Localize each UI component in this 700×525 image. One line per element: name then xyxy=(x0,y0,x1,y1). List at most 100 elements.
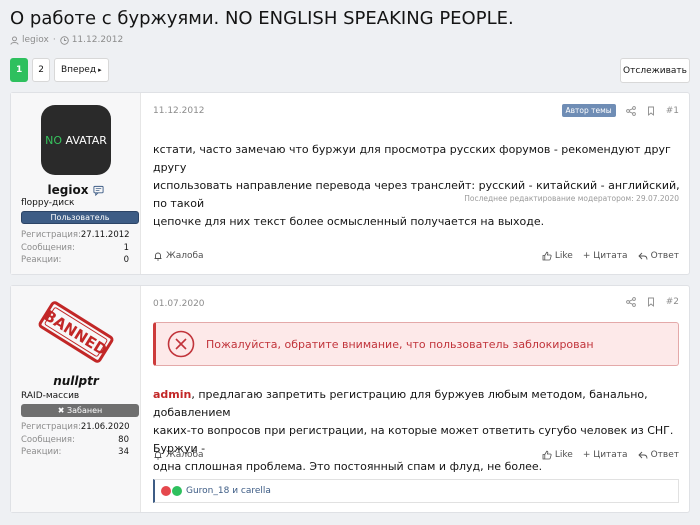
stat-label: Реакции: xyxy=(21,447,62,457)
message-line: одна сплошная проблема. Это постоянный с… xyxy=(153,460,543,473)
stat-messages: Сообщения: 80 xyxy=(21,434,129,447)
user-icon xyxy=(10,35,19,45)
report-button[interactable]: Жалоба xyxy=(153,450,204,460)
stat-value: 80 xyxy=(118,434,129,445)
post-1-message: кстати, часто замечаю что буржуи для про… xyxy=(153,141,689,231)
share-icon[interactable] xyxy=(625,105,636,116)
stat-registration: Регистрация: 27.11.2012 xyxy=(21,229,130,242)
bookmark-icon[interactable] xyxy=(646,297,656,307)
stat-label: Регистрация: xyxy=(21,422,81,432)
quote-button[interactable]: + Цитата xyxy=(583,251,628,261)
reactions-bar[interactable]: Guron_18 и carella xyxy=(153,479,679,503)
like-label: Like xyxy=(554,251,573,261)
post-2-footer: Жалоба Like + Цитата Ответ xyxy=(153,450,679,460)
user-stats: Регистрация: 21.06.2020 Сообщения: 80 Реак… xyxy=(21,421,130,459)
post-top-actions: Автор темы #1 xyxy=(561,104,679,117)
stat-label: Реакции: xyxy=(21,255,62,265)
post-1-main: 11.12.2012 Автор темы #1 кстати, часто з… xyxy=(142,93,689,274)
post-1-user-cell: NO AVATAR legiox floppy-диск Пользовател… xyxy=(11,93,141,274)
reply-icon xyxy=(637,252,648,260)
bookmark-icon[interactable] xyxy=(646,106,656,116)
post-2-username[interactable]: nullptr xyxy=(11,374,141,388)
stat-reactions: Реакции: 34 xyxy=(21,446,129,459)
post-date[interactable]: 11.12.2012 xyxy=(153,106,205,116)
watch-thread-button[interactable]: Отслеживать xyxy=(620,58,690,83)
post-2: BANNED nullptr RAID-массив ✖ Забанен Рег… xyxy=(10,285,690,513)
post-2-message: admin, предлагаю запретить регистрацию д… xyxy=(153,386,689,476)
love-reaction-icon xyxy=(161,486,171,496)
banned-stamp-avatar[interactable]: BANNED xyxy=(35,296,117,368)
stat-registration: Регистрация: 21.06.2020 xyxy=(21,421,130,434)
thread-author-badge: Автор темы xyxy=(561,104,616,117)
post-1-username[interactable]: legiox xyxy=(11,183,141,197)
pagination: 1 2 Вперед ▸ xyxy=(10,58,113,82)
next-page-button[interactable]: Вперед ▸ xyxy=(54,58,109,82)
reply-icon xyxy=(637,451,648,459)
username-text[interactable]: legiox xyxy=(48,183,89,197)
like-button[interactable]: Like xyxy=(542,251,573,261)
post-number[interactable]: #2 xyxy=(666,297,679,307)
avatar[interactable]: NO AVATAR xyxy=(41,105,111,175)
username-text[interactable]: nullptr xyxy=(53,374,99,388)
reply-label: Ответ xyxy=(650,450,679,460)
quote-label: + Цитата xyxy=(582,251,628,261)
message-line: цепочке для них текст более осмысленный … xyxy=(153,215,545,228)
stat-label: Сообщения: xyxy=(21,434,75,445)
reply-button[interactable]: Ответ xyxy=(637,251,679,261)
message-line: кстати, часто замечаю что буржуи для про… xyxy=(153,143,671,174)
clock-icon xyxy=(59,35,69,45)
avatar-text-avatar: AVATAR xyxy=(62,133,107,147)
banned-badge: ✖ Забанен xyxy=(21,404,139,417)
message-line-rest: , предлагаю запретить регистрацию для бу… xyxy=(153,388,648,419)
thumbs-up-icon xyxy=(542,251,552,261)
page-2-button[interactable]: 2 xyxy=(32,58,50,82)
thumbs-up-icon xyxy=(542,450,552,460)
bell-icon xyxy=(154,252,162,261)
post-date[interactable]: 01.07.2020 xyxy=(153,299,205,309)
post-2-main: 01.07.2020 #2 Пожалуйста, обратите внима… xyxy=(142,286,689,512)
thread-author[interactable]: legiox xyxy=(10,35,49,45)
stat-label: Регистрация: xyxy=(21,230,81,240)
bell-icon xyxy=(154,451,162,460)
user-title: floppy-диск xyxy=(21,198,75,208)
thread-date[interactable]: 11.12.2012 xyxy=(59,35,124,45)
caret-right-icon: ▸ xyxy=(98,66,102,74)
user-mention[interactable]: admin xyxy=(153,388,191,401)
message-line: admin, предлагаю запретить регистрацию д… xyxy=(153,386,689,422)
error-circle-icon xyxy=(167,330,195,358)
reply-button[interactable]: Ответ xyxy=(637,450,679,460)
stat-value: 0 xyxy=(123,255,129,265)
page-1-button[interactable]: 1 xyxy=(10,58,29,82)
stat-value: 21.06.2020 xyxy=(80,422,130,432)
stat-messages: Сообщения: 1 xyxy=(21,242,129,255)
report-label: Жалоба xyxy=(166,450,204,460)
report-label: Жалоба xyxy=(166,251,204,261)
avatar-text-no: NO xyxy=(45,133,63,147)
next-page-label: Вперед xyxy=(61,65,97,75)
footer-right-actions: Like + Цитата Ответ xyxy=(532,251,679,261)
stat-label: Сообщения: xyxy=(21,242,75,253)
quote-button[interactable]: + Цитата xyxy=(583,450,628,460)
message-icon[interactable] xyxy=(93,185,105,196)
thread-meta: legiox · 11.12.2012 xyxy=(10,35,123,45)
reactions-users[interactable]: Guron_18 и carella xyxy=(186,486,271,496)
quote-label: + Цитата xyxy=(582,450,628,460)
thread-date-value: 11.12.2012 xyxy=(71,35,124,45)
post-number[interactable]: #1 xyxy=(666,106,679,116)
thread-author-name[interactable]: legiox xyxy=(22,35,49,45)
like-button[interactable]: Like xyxy=(542,450,573,460)
like-label: Like xyxy=(554,450,573,460)
stat-value: 1 xyxy=(123,242,129,253)
share-icon[interactable] xyxy=(625,297,636,307)
stat-value: 27.11.2012 xyxy=(80,230,130,240)
report-button[interactable]: Жалоба xyxy=(153,251,204,261)
stat-reactions: Реакции: 0 xyxy=(21,254,129,267)
blocked-user-notice: Пожалуйста, обратите внимание, что польз… xyxy=(153,322,679,366)
blocked-notice-text: Пожалуйста, обратите внимание, что польз… xyxy=(206,337,594,351)
edit-note: Последнее редактирование модератором: 29… xyxy=(464,194,679,203)
stat-value: 34 xyxy=(118,447,129,457)
post-1-footer: Жалоба Like + Цитата Ответ xyxy=(153,251,679,261)
footer-right-actions: Like + Цитата Ответ xyxy=(532,450,679,460)
user-title: RAID-массив xyxy=(21,391,80,401)
thread-title: О работе с буржуями. NO ENGLISH SPEAKING… xyxy=(10,8,514,29)
